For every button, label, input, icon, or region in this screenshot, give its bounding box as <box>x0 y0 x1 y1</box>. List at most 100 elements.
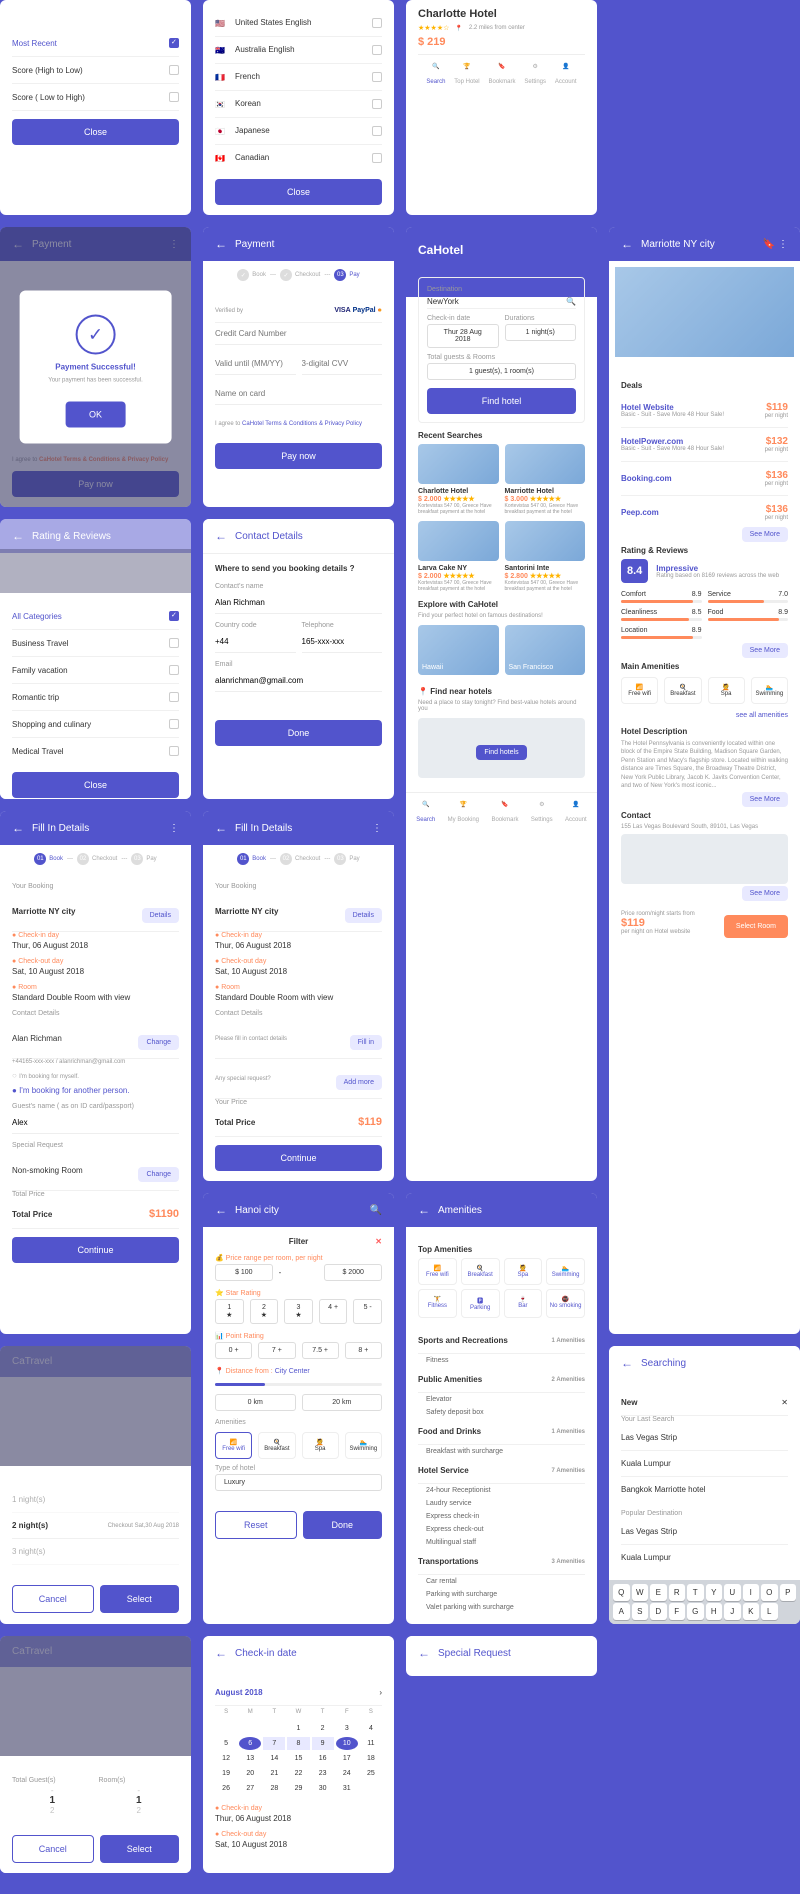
map[interactable] <box>621 834 788 884</box>
calendar-day[interactable]: 12 <box>215 1752 237 1765</box>
calendar-day[interactable]: 13 <box>239 1752 261 1765</box>
checkin-select[interactable]: Thur 28 Aug 2018 <box>427 324 499 348</box>
guest-name-input[interactable] <box>12 1112 179 1134</box>
continue-button[interactable]: Continue <box>215 1145 382 1171</box>
done-button[interactable]: Done <box>215 720 382 746</box>
category-option[interactable]: Business Travel <box>12 630 179 657</box>
calendar-day[interactable]: 9 <box>312 1737 334 1750</box>
point-filter[interactable]: 7 + <box>258 1342 295 1359</box>
key[interactable]: R <box>669 1584 686 1601</box>
calendar-day[interactable]: 22 <box>287 1767 309 1780</box>
calendar-day[interactable]: 30 <box>312 1782 334 1795</box>
radio-other[interactable]: I'm booking for another person. <box>19 1086 129 1095</box>
tab-account[interactable]: 👤Account <box>555 63 577 85</box>
dest-input[interactable]: NewYork <box>427 297 459 306</box>
nav-account[interactable]: 👤Account <box>565 801 587 823</box>
back-icon[interactable]: ← <box>215 1203 227 1217</box>
calendar-day[interactable]: 1 <box>287 1722 309 1735</box>
calendar-day[interactable]: 15 <box>287 1752 309 1765</box>
close-button[interactable]: Close <box>215 179 382 205</box>
tab-top-hotel[interactable]: 🏆Top Hotel <box>454 63 479 85</box>
find-hotel-button[interactable]: Find hotel <box>427 388 576 414</box>
back-icon[interactable]: ← <box>215 821 227 835</box>
calendar-day[interactable]: 26 <box>215 1782 237 1795</box>
search-icon[interactable]: 🔍 <box>566 297 576 306</box>
close-button[interactable]: Close <box>12 772 179 798</box>
search-item[interactable]: Kuala Lumpur <box>621 1545 788 1570</box>
calendar-day[interactable]: 2 <box>312 1722 334 1735</box>
lang-option[interactable]: 🇯🇵Japanese <box>215 118 382 145</box>
country-code-input[interactable] <box>215 631 296 653</box>
name-input[interactable] <box>215 592 382 614</box>
deal-row[interactable]: Peep.com$136per night <box>621 496 788 529</box>
calendar-day[interactable]: 19 <box>215 1767 237 1780</box>
back-icon[interactable]: ← <box>418 1203 430 1217</box>
hotel-card[interactable]: Marriotte Hotel$ 3.000 ★★★★★Kortevistas … <box>505 444 586 515</box>
select-button[interactable]: Select <box>100 1585 180 1613</box>
deal-row[interactable]: HotelPower.comBasic - Suit - Save More 4… <box>621 428 788 462</box>
calendar-day[interactable]: 18 <box>360 1752 382 1765</box>
key[interactable]: J <box>724 1603 741 1620</box>
sort-high-low[interactable]: Score (High to Low) <box>12 66 83 75</box>
key[interactable]: K <box>743 1603 760 1620</box>
calendar-day[interactable]: 24 <box>336 1767 358 1780</box>
calendar-day[interactable]: 27 <box>239 1782 261 1795</box>
back-icon[interactable]: ← <box>12 821 24 835</box>
back-icon[interactable]: ← <box>215 1646 227 1660</box>
all-categories[interactable]: All Categories <box>12 612 62 621</box>
done-button[interactable]: Done <box>303 1511 383 1539</box>
terms-link[interactable]: CaHotel Terms & Conditions & Privacy Pol… <box>242 421 362 427</box>
key[interactable]: A <box>613 1603 630 1620</box>
search-item[interactable]: Las Vegas Strip <box>621 1425 788 1451</box>
amenity-filter[interactable]: 💆Spa <box>302 1432 339 1459</box>
details-button[interactable]: Details <box>142 908 179 923</box>
phone-input[interactable] <box>302 631 383 653</box>
star-filter[interactable]: 1 ★ <box>215 1299 244 1324</box>
nav-bookmark[interactable]: 🔖Bookmark <box>491 801 518 823</box>
back-icon[interactable]: ← <box>621 1356 633 1370</box>
key[interactable]: H <box>706 1603 723 1620</box>
amenity-filter[interactable]: 🍳Breakfast <box>258 1432 295 1459</box>
lang-option[interactable]: 🇦🇺Australia English <box>215 37 382 64</box>
point-filter[interactable]: 7.5 + <box>302 1342 339 1359</box>
key[interactable]: Q <box>613 1584 630 1601</box>
category-option[interactable]: Medical Travel <box>12 738 179 764</box>
nav-search[interactable]: 🔍Search <box>416 801 435 823</box>
tab-search[interactable]: 🔍Search <box>426 63 445 85</box>
select-room-button[interactable]: Select Room <box>724 915 788 938</box>
hotel-card[interactable]: Larva Cake NY$ 2.000 ★★★★★Kortevistas 54… <box>418 521 499 592</box>
radio-myself[interactable]: I'm booking for myself. <box>19 1074 79 1080</box>
calendar-day[interactable]: 6 <box>239 1737 261 1750</box>
calendar-day[interactable]: 4 <box>360 1722 382 1735</box>
price-max[interactable]: $ 2000 <box>324 1264 382 1281</box>
dest-hawaii[interactable]: Hawaii <box>418 625 499 675</box>
calendar-day[interactable]: 20 <box>239 1767 261 1780</box>
lang-option[interactable]: 🇨🇦Canadian <box>215 145 382 171</box>
calendar-day[interactable]: 25 <box>360 1767 382 1780</box>
back-icon[interactable]: ← <box>418 1646 430 1660</box>
calendar-day[interactable]: 5 <box>215 1737 237 1750</box>
guests-select[interactable]: 1 guest(s), 1 room(s) <box>427 363 576 380</box>
add-more-button[interactable]: Add more <box>336 1075 382 1090</box>
close-button[interactable]: Close <box>12 119 179 145</box>
deal-row[interactable]: Hotel WebsiteBasic - Suit - Save More 48… <box>621 394 788 428</box>
nights-2[interactable]: 2 night(s) <box>12 1521 48 1530</box>
category-option[interactable]: Shopping and culinary <box>12 711 179 738</box>
type-select[interactable]: Luxury <box>215 1474 382 1491</box>
cc-input[interactable] <box>215 323 382 345</box>
pay-button[interactable]: Pay now <box>215 443 382 469</box>
calendar-day[interactable]: 7 <box>263 1737 285 1750</box>
see-all-amenities[interactable]: see all amenities <box>736 712 788 719</box>
calendar-day[interactable]: 17 <box>336 1752 358 1765</box>
sort-most-recent[interactable]: Most Recent <box>12 39 57 48</box>
key[interactable]: G <box>687 1603 704 1620</box>
lang-option[interactable]: 🇺🇸United States English <box>215 10 382 37</box>
find-hotels-button[interactable]: Find hotels <box>476 745 526 760</box>
bookmark-icon[interactable]: 🔖 ⋮ <box>763 239 788 250</box>
select-button[interactable]: Select <box>100 1835 180 1863</box>
key[interactable]: U <box>724 1584 741 1601</box>
tab-bookmark[interactable]: 🔖Bookmark <box>488 63 515 85</box>
change-button[interactable]: Change <box>138 1035 179 1050</box>
exp-input[interactable] <box>215 353 296 375</box>
hotel-card[interactable]: Santorini Inte$ 2.800 ★★★★★Kortevistas 5… <box>505 521 586 592</box>
